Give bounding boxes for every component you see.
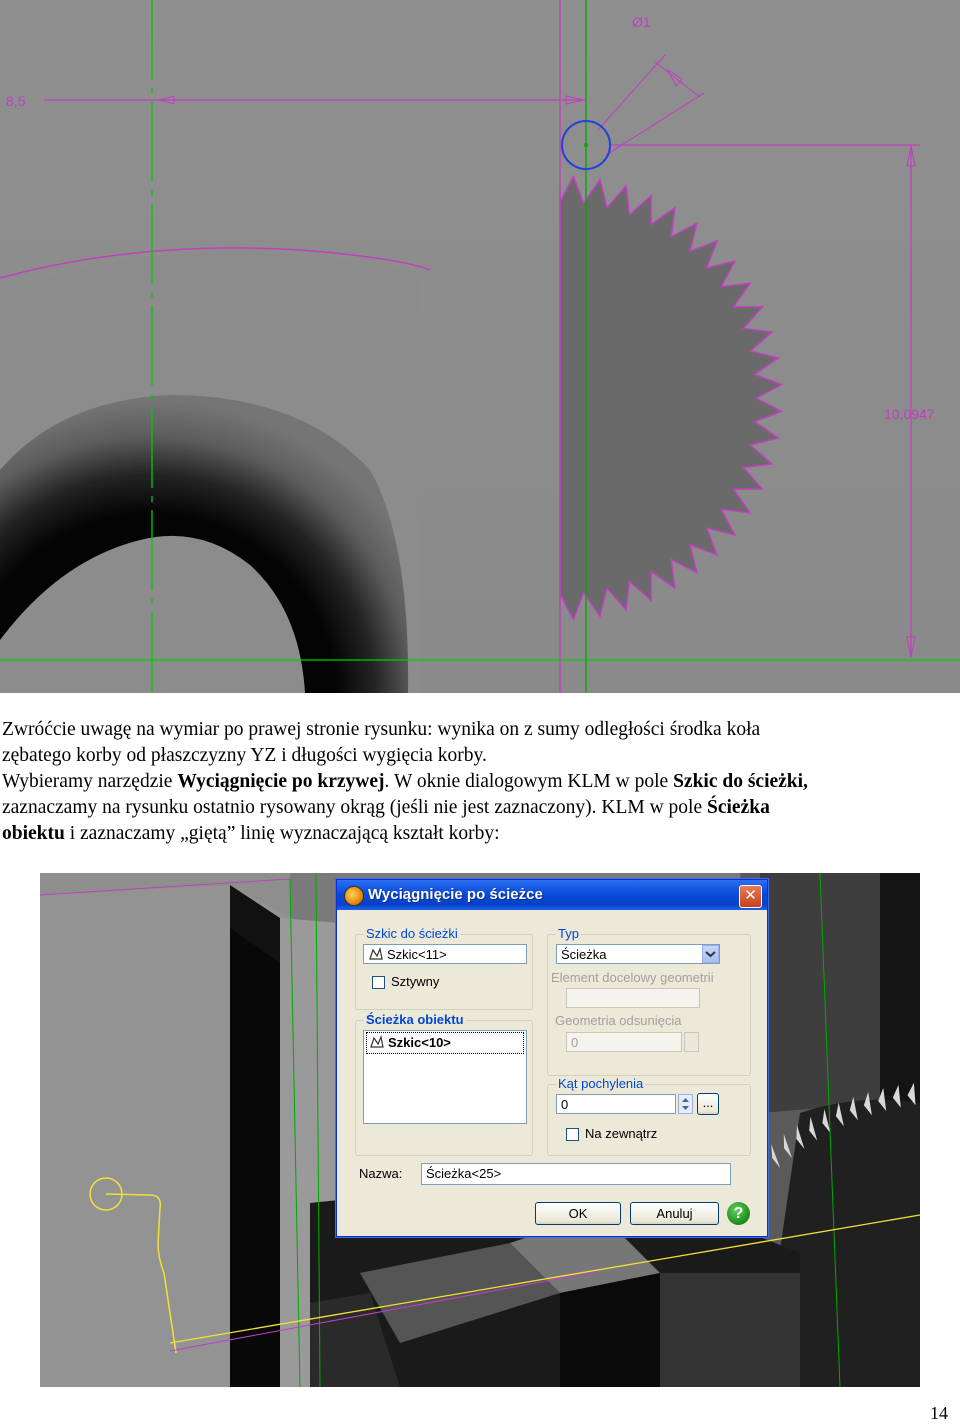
profile-value: Szkic<11> (387, 947, 447, 962)
offset-spinner[interactable] (684, 1032, 699, 1052)
path-list-item[interactable]: Szkic<10> (366, 1032, 524, 1054)
paragraph-line: zębatego korby od płaszczyzny YZ i długo… (2, 743, 958, 769)
rigid-label: Sztywny (391, 974, 440, 989)
paragraph-line: obiektu i zaznaczamy „giętą” linię wyzna… (2, 821, 958, 847)
path-group-title: Ścieżka obiektu (364, 1012, 466, 1027)
paragraph-line: zaznaczamy na rysunku ostatnio rysowany … (2, 795, 958, 821)
instruction-paragraph: Zwróćcie uwagę na wymiar po prawej stron… (2, 717, 958, 847)
text-line-1: Zwróćcie uwagę na wymiar po prawej stron… (2, 719, 761, 740)
paragraph-line: Wybieramy narzędzie Wyciągnięcie po krzy… (2, 769, 958, 795)
type-group-title: Typ (556, 926, 581, 941)
dimension-left: 8,5 (6, 93, 26, 109)
text-line-5: i zaznaczamy „giętą” linię wyznaczającą … (64, 823, 500, 844)
cad-sketch-view: 8,5 Ø1 10,0947 (0, 0, 960, 693)
type-value: Ścieżka (561, 947, 607, 962)
text-line-3b: . W oknie dialogowym KLM w pole (384, 771, 674, 792)
rigid-checkbox[interactable] (372, 976, 385, 989)
name-label: Nazwa: (359, 1166, 403, 1181)
sketch-icon (369, 947, 383, 960)
profile-field[interactable]: Szkic<11> (363, 944, 527, 964)
dialog-titlebar[interactable]: Wyciągnięcie po ścieżce ✕ (337, 880, 767, 910)
text-line-4: zaznaczamy na rysunku ostatnio rysowany … (2, 797, 708, 818)
chevron-down-icon[interactable] (702, 945, 719, 963)
offset-field[interactable]: 0 (566, 1032, 682, 1052)
cad-3d-screenshot: Wyciągnięcie po ścieżce ✕ Szkic do ścież… (40, 873, 920, 1387)
browse-button[interactable]: ... (697, 1093, 719, 1115)
text-line-2: zębatego korby od płaszczyzny YZ i długo… (2, 745, 487, 766)
cancel-button[interactable]: Anuluj (630, 1202, 719, 1225)
help-icon[interactable]: ? (727, 1202, 750, 1225)
target-field[interactable] (566, 988, 700, 1008)
tool-name: Wyciągnięcie po krzywej (177, 771, 385, 792)
field-name-path-b: obiektu (2, 823, 65, 844)
path-value: Szkic<10> (388, 1035, 451, 1050)
draft-spinner[interactable] (678, 1094, 693, 1114)
profile-group-title: Szkic do ścieżki (364, 926, 460, 941)
type-select[interactable]: Ścieżka (556, 944, 720, 964)
draft-field[interactable]: 0 (556, 1094, 676, 1114)
field-name-profile: Szkic do ścieżki, (673, 771, 808, 792)
dimension-right: 10,0947 (884, 406, 935, 422)
draft-group-title: Kąt pochylenia (556, 1076, 646, 1091)
name-field[interactable]: Ścieżka<25> (421, 1163, 731, 1185)
offset-label: Geometria odsunięcia (555, 1013, 682, 1028)
sweep-dialog: Wyciągnięcie po ścieżce ✕ Szkic do ścież… (336, 879, 768, 1237)
outward-label: Na zewnątrz (585, 1126, 658, 1141)
close-button[interactable]: ✕ (739, 885, 762, 908)
text-line-3a: Wybieramy narzędzie (2, 771, 178, 792)
path-list[interactable]: Szkic<10> (363, 1030, 527, 1124)
field-name-path-a: Ścieżka (707, 797, 770, 818)
paragraph-line: Zwróćcie uwagę na wymiar po prawej stron… (2, 717, 958, 743)
app-icon (344, 886, 364, 906)
dialog-title: Wyciągnięcie po ścieżce (368, 886, 543, 903)
target-label: Element docelowy geometrii (551, 970, 714, 985)
sketch-icon (370, 1035, 384, 1048)
outward-checkbox[interactable] (566, 1128, 579, 1141)
dimension-diameter: Ø1 (632, 14, 651, 30)
ok-button[interactable]: OK (535, 1202, 621, 1225)
